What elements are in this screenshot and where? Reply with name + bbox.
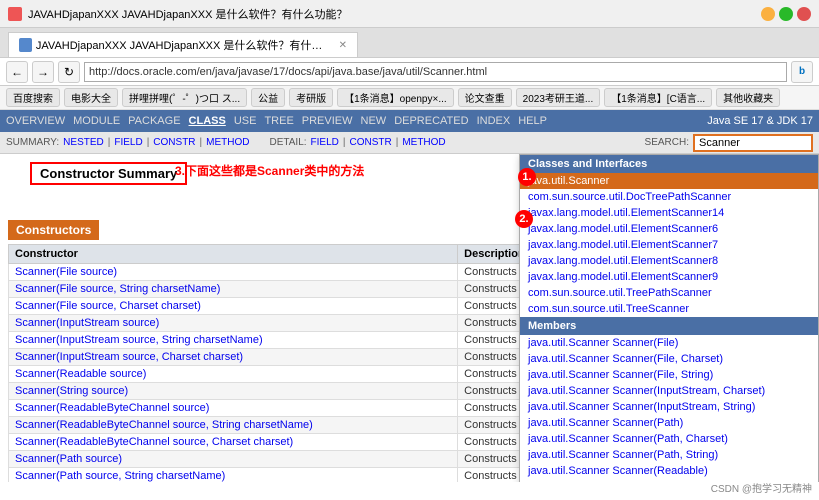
bm-others[interactable]: 其他收藏夹 bbox=[716, 88, 780, 107]
dropdown-member-item[interactable]: java.util.Scanner Scanner(Path, String) bbox=[520, 447, 818, 463]
dropdown-member-item[interactable]: java.util.Scanner Scanner(File, String) bbox=[520, 367, 818, 383]
bm-search[interactable]: 百度搜索 bbox=[6, 88, 60, 107]
constructor-link[interactable]: Scanner(File source) bbox=[15, 266, 117, 278]
badge-1: 1. bbox=[518, 168, 536, 186]
bookmarks-bar: 百度搜索 电影大全 拼哩拼哩(゜-゜)つ口 ス... 公益 考研版 【1条消息】… bbox=[0, 86, 819, 110]
dropdown-class-item[interactable]: java.util.Scanner bbox=[520, 173, 818, 189]
constructor-link[interactable]: Scanner(File source, String charsetName) bbox=[15, 283, 220, 295]
search-area: SEARCH: bbox=[645, 134, 813, 152]
dropdown-class-item[interactable]: javax.lang.model.util.ElementScanner6 bbox=[520, 221, 818, 237]
subnav-detail-field[interactable]: FIELD bbox=[311, 137, 339, 148]
reload-button[interactable]: ↻ bbox=[58, 61, 80, 83]
bm-gongyi[interactable]: 公益 bbox=[251, 88, 285, 107]
dropdown-class-item[interactable]: com.sun.source.util.TreePathScanner bbox=[520, 285, 818, 301]
window-controls bbox=[761, 7, 811, 21]
bm-openpy[interactable]: 【1条消息】openpy×... bbox=[337, 88, 454, 107]
dropdown-class-item[interactable]: com.sun.source.util.DocTreePathScanner bbox=[520, 189, 818, 205]
dropdown-members-list: java.util.Scanner Scanner(File)java.util… bbox=[520, 335, 818, 482]
nav-overview[interactable]: OVERVIEW bbox=[6, 115, 65, 127]
constructor-link[interactable]: Scanner(ReadableByteChannel source, Char… bbox=[15, 436, 293, 448]
bm-2023[interactable]: 2023考研王道... bbox=[516, 88, 601, 107]
search-dropdown: Classes and Interfaces java.util.Scanner… bbox=[519, 154, 819, 482]
back-button[interactable]: ← bbox=[6, 61, 28, 83]
subnav-field[interactable]: FIELD bbox=[114, 137, 142, 148]
constructor-link[interactable]: Scanner(String source) bbox=[15, 385, 128, 397]
javadoc-nav: OVERVIEW MODULE PACKAGE CLASS USE TREE P… bbox=[0, 110, 819, 132]
dropdown-class-item[interactable]: javax.lang.model.util.ElementScanner9 bbox=[520, 269, 818, 285]
dropdown-class-item[interactable]: javax.lang.model.util.ElementScanner8 bbox=[520, 253, 818, 269]
bm-paper[interactable]: 论文查重 bbox=[458, 88, 512, 107]
constructor-link[interactable]: Scanner(InputStream source, Charset char… bbox=[15, 351, 243, 363]
constructor-link[interactable]: Scanner(InputStream source) bbox=[15, 317, 159, 329]
subnav-method[interactable]: METHOD bbox=[206, 137, 249, 148]
subnav-nested[interactable]: NESTED bbox=[63, 137, 104, 148]
badge-2: 2. bbox=[515, 210, 533, 228]
nav-new[interactable]: NEW bbox=[361, 115, 387, 127]
tab-close-icon[interactable]: ✕ bbox=[339, 40, 347, 51]
dropdown-class-item[interactable]: com.sun.source.util.TreeScanner bbox=[520, 301, 818, 317]
subnav-row: SUMMARY: NESTED | FIELD | CONSTR | METHO… bbox=[0, 132, 819, 154]
dropdown-member-item[interactable]: java.util.Scanner Scanner(File, Charset) bbox=[520, 351, 818, 367]
bm-movie[interactable]: 电影大全 bbox=[64, 88, 118, 107]
dropdown-member-item[interactable]: java.util.Scanner Scanner(Path) bbox=[520, 415, 818, 431]
watermark: CSDN @抱学习无精神 bbox=[708, 479, 815, 496]
classes-interfaces-header: Classes and Interfaces bbox=[520, 155, 818, 173]
search-input[interactable] bbox=[693, 134, 813, 152]
members-header: Members bbox=[520, 317, 818, 335]
tab-favicon-icon bbox=[19, 38, 32, 52]
nav-package[interactable]: PACKAGE bbox=[128, 115, 180, 127]
bm-kaoyan[interactable]: 考研版 bbox=[289, 88, 333, 107]
subnav-summary-label: SUMMARY: bbox=[6, 137, 59, 148]
constructor-link[interactable]: Scanner(Path source, String charsetName) bbox=[15, 470, 225, 482]
nav-preview[interactable]: PREVIEW bbox=[302, 115, 353, 127]
tab-label: JAVAHDjapanXXX JAVAHDjapanXXX 是什么软件？有什么功… bbox=[36, 37, 331, 53]
titlebar: JAVAHDjapanXXX JAVAHDjapanXXX 是什么软件？有什么功… bbox=[0, 0, 819, 28]
address-input[interactable] bbox=[84, 62, 787, 82]
col-constructor: Constructor bbox=[9, 245, 458, 264]
dropdown-member-item[interactable]: java.util.Scanner Scanner(File) bbox=[520, 335, 818, 351]
constructor-summary-box: Constructor Summary bbox=[30, 162, 187, 185]
constructor-link[interactable]: Scanner(Readable source) bbox=[15, 368, 146, 380]
dropdown-class-item[interactable]: javax.lang.model.util.ElementScanner14 bbox=[520, 205, 818, 221]
main-content: Constructor Summary 3.下面这些都是Scanner类中的方法… bbox=[0, 154, 819, 482]
nav-tree[interactable]: TREE bbox=[264, 115, 293, 127]
constructor-link[interactable]: Scanner(Path source) bbox=[15, 453, 122, 465]
tab-favicon bbox=[8, 7, 22, 21]
forward-button[interactable]: → bbox=[32, 61, 54, 83]
subnav: SUMMARY: NESTED | FIELD | CONSTR | METHO… bbox=[6, 137, 645, 148]
address-bar: ← → ↻ b bbox=[0, 58, 819, 86]
dropdown-classes-list: java.util.Scannercom.sun.source.util.Doc… bbox=[520, 173, 818, 317]
javadoc-version: Java SE 17 & JDK 17 bbox=[707, 115, 813, 127]
constructor-link[interactable]: Scanner(ReadableByteChannel source) bbox=[15, 402, 209, 414]
constructor-link[interactable]: Scanner(ReadableByteChannel source, Stri… bbox=[15, 419, 313, 431]
bing-button[interactable]: b bbox=[791, 61, 813, 83]
window-title: JAVAHDjapanXXX JAVAHDjapanXXX 是什么软件？有什么功… bbox=[28, 6, 755, 22]
constructor-link[interactable]: Scanner(File source, Charset charset) bbox=[15, 300, 201, 312]
dropdown-member-item[interactable]: java.util.Scanner Scanner(InputStream, C… bbox=[520, 383, 818, 399]
subnav-detail-method[interactable]: METHOD bbox=[402, 137, 445, 148]
bm-bilibili[interactable]: 拼哩拼哩(゜-゜)つ口 ス... bbox=[122, 88, 247, 107]
dropdown-class-item[interactable]: javax.lang.model.util.ElementScanner7 bbox=[520, 237, 818, 253]
nav-index[interactable]: INDEX bbox=[477, 115, 511, 127]
active-tab[interactable]: JAVAHDjapanXXX JAVAHDjapanXXX 是什么软件？有什么功… bbox=[8, 32, 358, 57]
dropdown-member-item[interactable]: java.util.Scanner Scanner(Path, Charset) bbox=[520, 431, 818, 447]
dropdown-member-item[interactable]: java.util.Scanner Scanner(InputStream, S… bbox=[520, 399, 818, 415]
search-label: SEARCH: bbox=[645, 137, 689, 148]
subnav-constr[interactable]: CONSTR bbox=[153, 137, 195, 148]
maximize-button[interactable] bbox=[779, 7, 793, 21]
browser-tabs: JAVAHDjapanXXX JAVAHDjapanXXX 是什么软件？有什么功… bbox=[0, 28, 819, 58]
subnav-detail-constr[interactable]: CONSTR bbox=[349, 137, 391, 148]
nav-deprecated[interactable]: DEPRECATED bbox=[394, 115, 468, 127]
nav-class[interactable]: CLASS bbox=[189, 115, 226, 127]
step3-note: 3.下面这些都是Scanner类中的方法 bbox=[175, 162, 364, 179]
nav-help[interactable]: HELP bbox=[518, 115, 547, 127]
minimize-button[interactable] bbox=[761, 7, 775, 21]
constructor-link[interactable]: Scanner(InputStream source, String chars… bbox=[15, 334, 263, 346]
nav-use[interactable]: USE bbox=[234, 115, 257, 127]
close-button[interactable] bbox=[797, 7, 811, 21]
dropdown-member-item[interactable]: java.util.Scanner Scanner(Readable) bbox=[520, 463, 818, 479]
bm-clang[interactable]: 【1条消息】[C语言... bbox=[604, 88, 712, 107]
constructors-btn[interactable]: Constructors bbox=[8, 220, 99, 240]
nav-module[interactable]: MODULE bbox=[73, 115, 120, 127]
